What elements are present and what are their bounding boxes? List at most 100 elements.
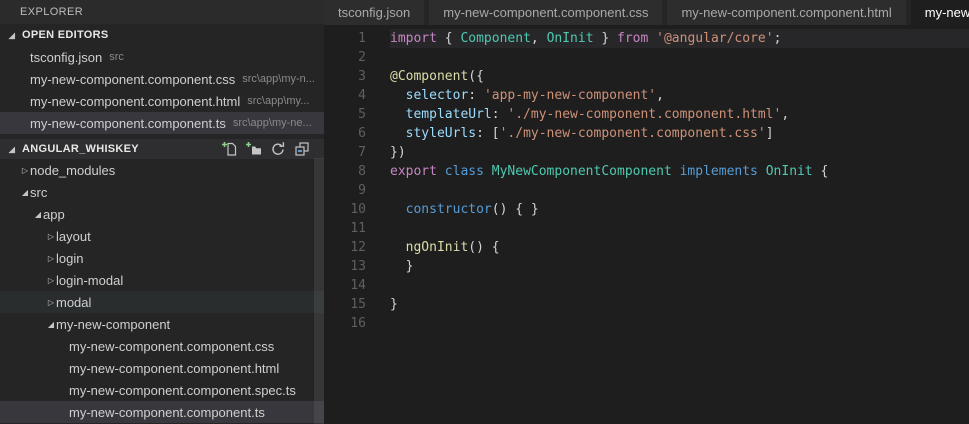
- editor-tab[interactable]: my-new-component.component.ts: [910, 0, 969, 25]
- tree-item-label: my-new-component.component.html: [69, 360, 280, 376]
- code-line[interactable]: 12 ngOnInit() {: [324, 238, 969, 257]
- open-editor-file-name: my-new-component.component.html: [30, 93, 241, 109]
- open-editor-file-path: src\app\my-ne...: [232, 117, 312, 129]
- code-line-text: templateUrl: './my-new-component.compone…: [390, 105, 969, 124]
- code-token: templateUrl: [405, 107, 492, 122]
- line-number: 2: [358, 50, 366, 65]
- tree-item-label: my-new-component.component.css: [69, 338, 275, 354]
- open-editor-file-name: my-new-component.component.ts: [30, 115, 226, 131]
- code-line[interactable]: 7}): [324, 143, 969, 162]
- open-editor-item[interactable]: my-new-component.component.html src\app\m…: [0, 90, 324, 112]
- line-number: 11: [350, 221, 366, 236]
- code-token: MyNewComponentComponent: [491, 164, 672, 179]
- tree-item-label: src: [30, 184, 48, 200]
- new-file-button[interactable]: [220, 140, 240, 158]
- line-number: 5: [358, 107, 366, 122]
- code-token: {: [812, 164, 829, 179]
- editor-tab[interactable]: my-new-component.component.css: [429, 0, 663, 25]
- code-line[interactable]: 8 export class MyNewComponentComponent im…: [324, 162, 969, 181]
- open-editor-file-name: my-new-component.component.css: [30, 71, 236, 87]
- tree-item[interactable]: my-new-component.component.html: [0, 357, 324, 379]
- code-line[interactable]: 9: [324, 181, 969, 200]
- open-editor-file-path: src: [109, 51, 124, 63]
- code-token: import: [390, 31, 437, 46]
- code-line[interactable]: 2: [324, 48, 969, 67]
- code-editor[interactable]: 1 import { Component, OnInit } from '@ang…: [324, 25, 969, 424]
- code-token: () { }: [491, 202, 539, 217]
- line-number: 16: [350, 316, 366, 331]
- tree-item[interactable]: my-new-component.component.css: [0, 335, 324, 357]
- code-line-text: export class MyNewComponentComponent imp…: [390, 162, 969, 181]
- code-token: }: [390, 297, 398, 312]
- code-line-text: constructor() { }: [390, 200, 969, 219]
- code-line[interactable]: 15}: [324, 295, 969, 314]
- code-line[interactable]: 5 templateUrl: './my-new-component.compo…: [324, 105, 969, 124]
- tree-item-label: app: [43, 206, 65, 222]
- code-token: ngOnInit: [405, 240, 469, 255]
- code-token: OnInit: [765, 164, 813, 179]
- tree-item-label: login: [56, 250, 84, 266]
- explorer-sidebar: EXPLORER ◢ OPEN EDITORS tsconfig.json src…: [0, 0, 324, 424]
- tree-item[interactable]: ◢ app: [0, 203, 324, 225]
- code-token: () {: [468, 240, 500, 255]
- collapse-all-button[interactable]: [292, 140, 312, 158]
- tree-item[interactable]: ▷ layout: [0, 225, 324, 247]
- open-editors-header[interactable]: ◢ OPEN EDITORS: [0, 24, 324, 46]
- code-token: @Component: [390, 69, 469, 84]
- tree-item[interactable]: ◢ src: [0, 181, 324, 203]
- refresh-button[interactable]: [268, 140, 288, 158]
- editor-tab[interactable]: my-new-component.component.html: [667, 0, 906, 25]
- code-line[interactable]: 14: [324, 276, 969, 295]
- code-token: class: [444, 164, 484, 179]
- code-line[interactable]: 10 constructor() { }: [324, 200, 969, 219]
- code-line-text: import { Component, OnInit } from '@angu…: [390, 29, 969, 48]
- code-token: {: [436, 31, 461, 46]
- code-token: OnInit: [546, 31, 594, 46]
- open-editors-label: OPEN EDITORS: [22, 29, 109, 41]
- code-line-text: selector: 'app-my-new-component',: [390, 86, 969, 105]
- tree-item[interactable]: ▷ login: [0, 247, 324, 269]
- code-line-text: [390, 314, 969, 333]
- tab-label: my-new-component.component.ts: [924, 5, 969, 20]
- code-token: }: [390, 259, 414, 274]
- workspace-header[interactable]: ◢ ANGULAR_WHISKEY: [0, 139, 324, 159]
- new-folder-button[interactable]: [244, 140, 264, 158]
- open-editor-item[interactable]: tsconfig.json src: [0, 46, 324, 68]
- tree-item[interactable]: ◢ my-new-component: [0, 313, 324, 335]
- editor-tab[interactable]: tsconfig.json: [324, 0, 425, 25]
- code-line-text: [390, 219, 969, 238]
- line-number: 7: [358, 145, 366, 160]
- code-line[interactable]: 11: [324, 219, 969, 238]
- sidebar-title: EXPLORER: [0, 0, 324, 24]
- refresh-icon: [272, 142, 285, 155]
- sidebar-scrollbar[interactable]: [314, 158, 324, 424]
- open-editor-item[interactable]: my-new-component.component.ts src\app\my-…: [0, 112, 324, 134]
- tree-item-label: node_modules: [30, 162, 116, 178]
- code-line[interactable]: 3 @Component({: [324, 67, 969, 86]
- code-line[interactable]: 13 }: [324, 257, 969, 276]
- tab-label: my-new-component.component.css: [443, 5, 649, 20]
- code-line[interactable]: 4 selector: 'app-my-new-component',: [324, 86, 969, 105]
- chevron-expanded-icon: ◢: [21, 187, 29, 197]
- line-number: 12: [350, 240, 366, 255]
- code-token: ,: [781, 107, 790, 122]
- code-line[interactable]: 1 import { Component, OnInit } from '@ang…: [324, 29, 969, 48]
- tree-item[interactable]: my-new-component.component.ts: [0, 401, 324, 423]
- code-line-text: }: [390, 257, 969, 276]
- tree-item[interactable]: ▷ login-modal: [0, 269, 324, 291]
- code-line[interactable]: 16: [324, 314, 969, 333]
- code-line-text: @Component({: [390, 67, 969, 86]
- line-number: 3: [358, 69, 366, 84]
- code-token: selector: [405, 88, 469, 103]
- vscode-window: EXPLORER ◢ OPEN EDITORS tsconfig.json src…: [0, 0, 969, 424]
- line-number: 4: [358, 88, 366, 103]
- open-editor-item[interactable]: my-new-component.component.css src\app\my…: [0, 68, 324, 90]
- tree-item[interactable]: ▷ node_modules: [0, 159, 324, 181]
- tree-item[interactable]: ▷ modal: [0, 291, 324, 313]
- chevron-collapsed-icon: ▷: [47, 297, 55, 307]
- tree-item-label: modal: [56, 294, 92, 310]
- code-line[interactable]: 6 styleUrls: ['./my-new-component.compon…: [324, 124, 969, 143]
- tree-item[interactable]: my-new-component.component.spec.ts: [0, 379, 324, 401]
